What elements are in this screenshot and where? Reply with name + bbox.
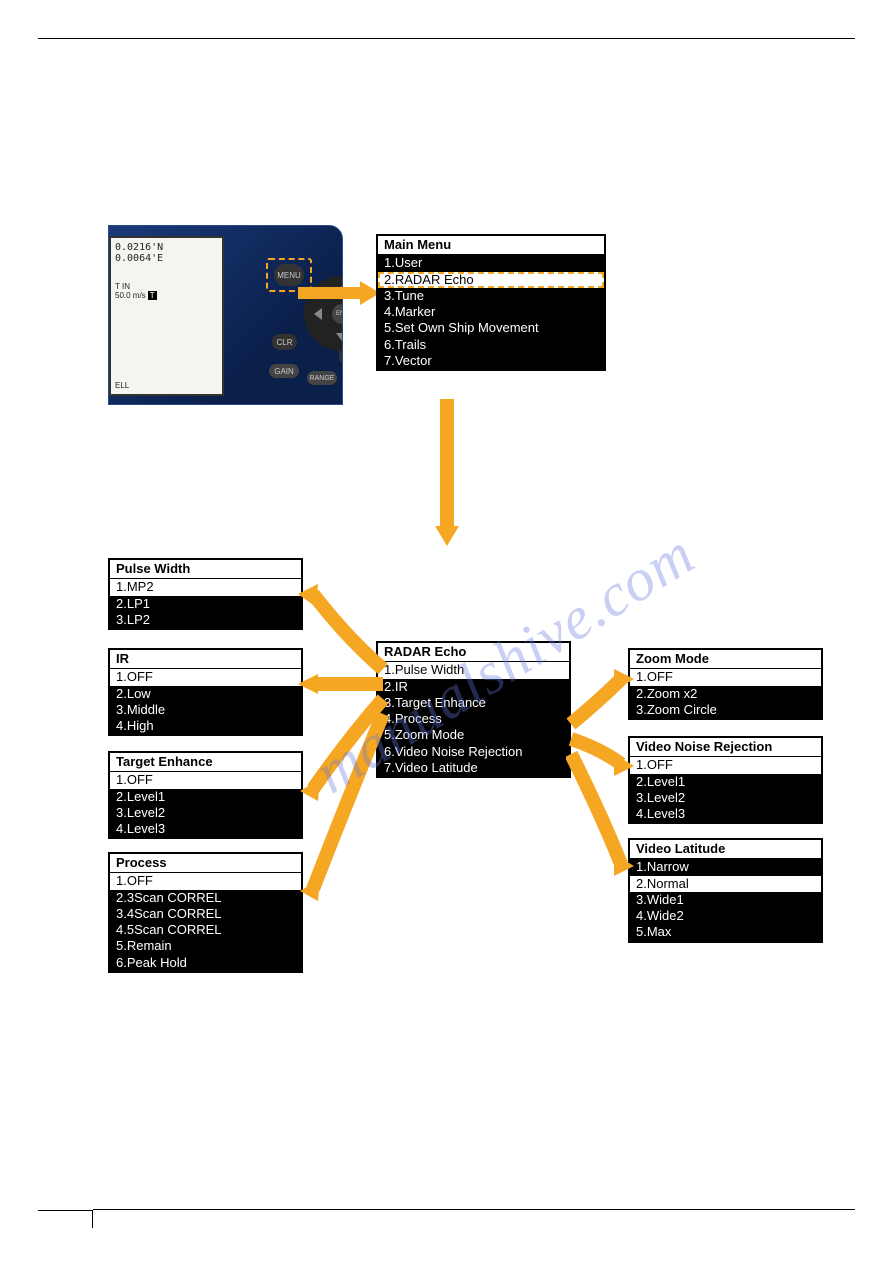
left-connector-arrows — [298, 539, 388, 959]
vnr-menu-box: Video Noise Rejection 1.OFF2.Level13.Lev… — [628, 736, 823, 824]
radar-screen: 0.0216'N 0.0064'E T IN 50.0 m/s T ELL — [109, 236, 224, 396]
radar-echo-menu-box: RADAR Echo 1.Pulse Width2.IR3.Target Enh… — [376, 641, 571, 778]
video-latitude-item-1[interactable]: 2.Normal — [630, 876, 821, 892]
video-latitude-menu-box: Video Latitude 1.Narrow2.Normal3.Wide14.… — [628, 838, 823, 943]
process-title: Process — [110, 854, 301, 873]
footer-tab — [38, 1210, 93, 1228]
process-item-4[interactable]: 5.Remain — [110, 938, 301, 954]
radar-echo-item-5[interactable]: 6.Video Noise Rejection — [378, 744, 569, 760]
radar-device-panel: 0.0216'N 0.0064'E T IN 50.0 m/s T ELL ME… — [108, 225, 343, 405]
video-latitude-title: Video Latitude — [630, 840, 821, 859]
main-menu-item-1[interactable]: 2.RADAR Echo — [378, 272, 604, 288]
vnr-title: Video Noise Rejection — [630, 738, 821, 757]
target-enhance-item-3[interactable]: 4.Level3 — [110, 821, 301, 837]
process-item-0[interactable]: 1.OFF — [110, 873, 301, 889]
arrow-mainmenu-to-radarecho — [440, 399, 454, 529]
video-latitude-item-4[interactable]: 5.Max — [630, 924, 821, 940]
coord-east-label: 0.0064'E — [115, 253, 218, 264]
range-button[interactable]: RANGE — [307, 371, 337, 385]
footer-line — [93, 1209, 855, 1210]
process-menu-box: Process 1.OFF2.3Scan CORREL3.4Scan CORRE… — [108, 852, 303, 973]
content-area: 0.0216'N 0.0064'E T IN 50.0 m/s T ELL ME… — [38, 39, 855, 1228]
target-enhance-item-1[interactable]: 2.Level1 — [110, 789, 301, 805]
arrow-menu-to-mainmenu — [298, 287, 363, 299]
main-menu-title: Main Menu — [378, 236, 604, 255]
gain-button[interactable]: GAIN — [269, 364, 299, 378]
zoom-mode-item-2[interactable]: 3.Zoom Circle — [630, 702, 821, 718]
clr-button[interactable]: CLR — [272, 334, 297, 350]
video-latitude-item-3[interactable]: 4.Wide2 — [630, 908, 821, 924]
video-latitude-item-0[interactable]: 1.Narrow — [630, 859, 821, 875]
pulse-width-item-2[interactable]: 3.LP2 — [110, 612, 301, 628]
process-item-1[interactable]: 2.3Scan CORREL — [110, 890, 301, 906]
radar-echo-item-6[interactable]: 7.Video Latitude — [378, 760, 569, 776]
target-enhance-title: Target Enhance — [110, 753, 301, 772]
target-enhance-menu-box: Target Enhance 1.OFF2.Level13.Level24.Le… — [108, 751, 303, 839]
process-item-3[interactable]: 4.5Scan CORREL — [110, 922, 301, 938]
arrow-down-head-icon — [435, 526, 459, 546]
zoom-mode-title: Zoom Mode — [630, 650, 821, 669]
pulse-width-item-0[interactable]: 1.MP2 — [110, 579, 301, 595]
speed-label: 50.0 m/s — [115, 291, 146, 300]
main-menu-item-6[interactable]: 7.Vector — [378, 353, 604, 369]
ir-item-3[interactable]: 4.High — [110, 718, 301, 734]
vnr-item-0[interactable]: 1.OFF — [630, 757, 821, 773]
dpad-down-icon[interactable] — [336, 333, 343, 341]
ir-title: IR — [110, 650, 301, 669]
main-menu-item-0[interactable]: 1.User — [378, 255, 604, 271]
zoom-mode-item-0[interactable]: 1.OFF — [630, 669, 821, 685]
video-latitude-item-2[interactable]: 3.Wide1 — [630, 892, 821, 908]
pulse-width-item-1[interactable]: 2.LP1 — [110, 596, 301, 612]
page-container: 0.0216'N 0.0064'E T IN 50.0 m/s T ELL ME… — [38, 38, 855, 1228]
ir-item-0[interactable]: 1.OFF — [110, 669, 301, 685]
main-menu-box: Main Menu 1.User2.RADAR Echo3.Tune4.Mark… — [376, 234, 606, 371]
process-item-5[interactable]: 6.Peak Hold — [110, 955, 301, 971]
radar-echo-title: RADAR Echo — [378, 643, 569, 662]
coord-north-label: 0.0216'N — [115, 242, 218, 253]
target-enhance-item-2[interactable]: 3.Level2 — [110, 805, 301, 821]
main-menu-item-4[interactable]: 5.Set Own Ship Movement — [378, 320, 604, 336]
process-item-2[interactable]: 3.4Scan CORREL — [110, 906, 301, 922]
zoom-mode-item-1[interactable]: 2.Zoom x2 — [630, 686, 821, 702]
radar-echo-item-2[interactable]: 3.Target Enhance — [378, 695, 569, 711]
radar-echo-item-4[interactable]: 5.Zoom Mode — [378, 727, 569, 743]
tin-label: T IN — [115, 282, 130, 291]
pulse-width-title: Pulse Width — [110, 560, 301, 579]
main-menu-item-3[interactable]: 4.Marker — [378, 304, 604, 320]
ir-item-2[interactable]: 3.Middle — [110, 702, 301, 718]
ent-button[interactable]: ENT — [332, 304, 343, 324]
vnr-item-1[interactable]: 2.Level1 — [630, 774, 821, 790]
main-menu-item-5[interactable]: 6.Trails — [378, 337, 604, 353]
main-menu-item-2[interactable]: 3.Tune — [378, 288, 604, 304]
ell-label: ELL — [115, 381, 129, 390]
radar-echo-item-0[interactable]: 1.Pulse Width — [378, 662, 569, 678]
zoom-mode-menu-box: Zoom Mode 1.OFF2.Zoom x23.Zoom Circle — [628, 648, 823, 720]
right-connector-arrows — [566, 639, 636, 959]
ir-item-1[interactable]: 2.Low — [110, 686, 301, 702]
target-enhance-item-0[interactable]: 1.OFF — [110, 772, 301, 788]
ir-menu-box: IR 1.OFF2.Low3.Middle4.High — [108, 648, 303, 736]
t-badge: T — [148, 291, 157, 300]
radar-echo-item-1[interactable]: 2.IR — [378, 679, 569, 695]
radar-echo-item-3[interactable]: 4.Process — [378, 711, 569, 727]
vnr-item-2[interactable]: 3.Level2 — [630, 790, 821, 806]
pulse-width-menu-box: Pulse Width 1.MP22.LP13.LP2 — [108, 558, 303, 630]
dpad-left-icon[interactable] — [314, 308, 322, 320]
vnr-item-3[interactable]: 4.Level3 — [630, 806, 821, 822]
